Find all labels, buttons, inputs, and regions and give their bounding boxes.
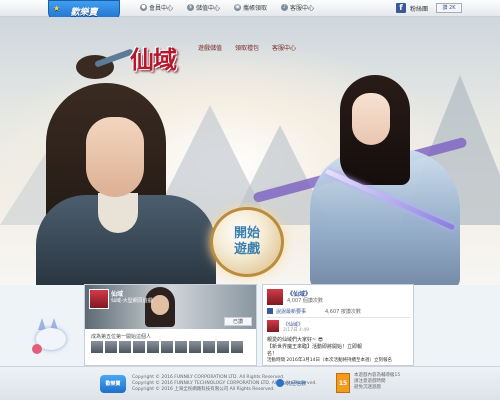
- facebook-icon: [267, 308, 273, 314]
- divider: [267, 317, 411, 318]
- partner-name: 北極信數: [286, 380, 307, 387]
- partner-logo[interactable]: 北極信數: [276, 375, 308, 391]
- age-rating-badge: 15: [336, 373, 350, 393]
- post-text: 【新世界魔王來臨】活動即將開始！立即報: [267, 344, 363, 350]
- nav-customer-service[interactable]: 客服中心: [272, 43, 296, 52]
- avatar[interactable]: [161, 341, 173, 353]
- facebook-icon[interactable]: f: [396, 3, 406, 13]
- post-time[interactable]: 2/17日 4:49: [283, 327, 309, 333]
- nav-claim-gift[interactable]: 領取禮包: [235, 43, 259, 52]
- site-logo-text: 歡樂賣: [70, 7, 98, 18]
- nav-service-center[interactable]: ♪ 客服中心: [281, 3, 314, 12]
- partner-icon: [276, 379, 284, 387]
- avatar[interactable]: [147, 341, 159, 353]
- nav-label: 客服中心: [290, 5, 315, 12]
- feed-page-likes: 4,007 個讚次數: [287, 298, 323, 304]
- post-avatar[interactable]: [267, 320, 279, 332]
- footer: 歡樂賣 Copyright © 2016 FUNNILY CORPORATION…: [0, 366, 500, 400]
- fb-cover-image[interactable]: 仙域 仙域-大型網頁遊戲 已讚: [85, 285, 256, 329]
- rating-note-line: 避免沉迷遊戲: [354, 385, 381, 390]
- headset-icon: ♪: [281, 4, 289, 11]
- female-character: [252, 65, 470, 285]
- avatar[interactable]: [119, 341, 131, 353]
- feed-fb-label[interactable]: 說說最新要事: [276, 308, 306, 315]
- like-button[interactable]: 讚 2K: [436, 3, 462, 13]
- star-icon: ★: [53, 4, 61, 13]
- avatar[interactable]: [189, 341, 201, 353]
- nav-member-center[interactable]: ● 會員中心: [140, 3, 173, 12]
- game-logo[interactable]: 仙域: [122, 37, 184, 77]
- coin-icon: $: [187, 4, 195, 11]
- game-title: 仙域: [130, 44, 177, 74]
- post-text: 名！: [267, 351, 278, 357]
- avatar[interactable]: [105, 341, 117, 353]
- gift-icon: ▣: [234, 4, 242, 11]
- facebook-page-card: 仙域 仙域-大型網頁遊戲 已讚 成為第五位第一開始這個人: [84, 284, 257, 366]
- face: [352, 93, 390, 145]
- page-thumbnail[interactable]: [89, 289, 109, 309]
- game-nav: 遊戲儲值 領取禮包 客服中心: [198, 43, 296, 52]
- user-icon: ●: [140, 4, 147, 11]
- avatar[interactable]: [175, 341, 187, 353]
- facebook-feed: 《仙域》 4,007 個讚次數 說說最新要事 4,607 按讚次數 《仙域》 2…: [262, 284, 414, 366]
- start-game-button[interactable]: 開始 遊戲: [210, 207, 284, 277]
- nav-game-deposit[interactable]: 遊戲儲值: [198, 43, 222, 52]
- post-text: 活動時間 2016年3月14日（本次活動將持續至本週）立刻報名: [267, 358, 392, 363]
- nav-reward-claim[interactable]: ▣ 攜帳領取: [234, 3, 267, 12]
- fox-charm: [32, 344, 42, 354]
- avatar[interactable]: [203, 341, 215, 353]
- avatar[interactable]: [91, 341, 103, 353]
- nav-deposit-center[interactable]: $ 儲值中心: [187, 3, 220, 12]
- collar: [98, 193, 138, 233]
- page-avatar[interactable]: [267, 289, 283, 305]
- nav-label: 會員中心: [149, 5, 174, 12]
- nav-label: 攜帳領取: [243, 5, 268, 12]
- footer-logo[interactable]: 歡樂賣: [100, 375, 126, 393]
- feed-like-count: 4,607 按讚次數: [325, 309, 361, 315]
- fan-page-link[interactable]: 粉絲團: [410, 4, 428, 13]
- male-character: [36, 48, 216, 285]
- fb-fan-count: 成為第五位第一開始這個人: [91, 334, 152, 340]
- top-bar: ★ 歡樂賣 ● 會員中心 $ 儲值中心 ▣ 攜帳領取 ♪ 客服中心 f 粉絲團 …: [0, 0, 500, 22]
- face: [86, 117, 144, 197]
- fan-avatars: [91, 341, 243, 353]
- avatar[interactable]: [217, 341, 229, 353]
- fb-like-button[interactable]: 已讚: [224, 317, 252, 326]
- fox-mascot: [28, 316, 72, 356]
- cover-face: [151, 295, 169, 315]
- fb-page-subtitle: 仙域-大型網頁遊戲: [111, 298, 153, 304]
- post-text: 親愛的仙域們大家好~ 😎: [267, 337, 323, 343]
- start-label-bottom: 遊戲: [233, 242, 260, 257]
- start-label-top: 開始: [233, 226, 260, 241]
- avatar[interactable]: [231, 341, 243, 353]
- nav-label: 儲值中心: [196, 5, 221, 12]
- avatar[interactable]: [133, 341, 145, 353]
- top-nav: ● 會員中心 $ 儲值中心 ▣ 攜帳領取 ♪ 客服中心: [140, 3, 314, 12]
- rating-note: 本遊戲內容為輔導級15 請注意遊戲時間 避免沉迷遊戲: [354, 373, 400, 391]
